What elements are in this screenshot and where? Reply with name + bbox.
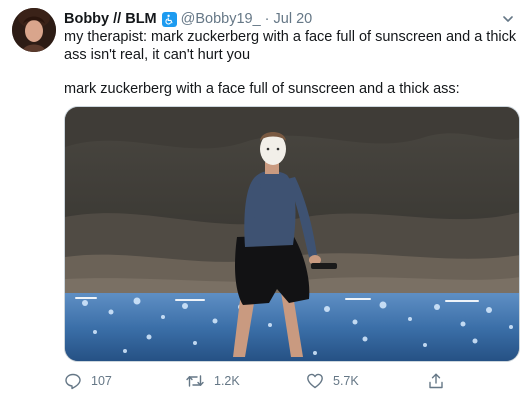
tweet-header: Bobby // BLM @Bobby19_ · Jul 20 (64, 9, 519, 29)
user-handle[interactable]: @Bobby19_ (181, 11, 261, 27)
like-button[interactable]: 5.7K (306, 370, 359, 392)
heart-icon (307, 373, 323, 389)
tweet-text-line2: mark zuckerberg with a face full of suns… (64, 81, 460, 97)
avatar-image (12, 8, 56, 52)
share-button[interactable] (427, 370, 445, 392)
retweet-count: 1.2K (214, 374, 240, 388)
separator-dot: · (264, 11, 270, 27)
tweet-photo[interactable] (64, 106, 520, 362)
retweet-icon (186, 375, 204, 387)
reply-icon (65, 373, 81, 390)
accessibility-icon (161, 11, 177, 27)
photo-surfer-on-water (65, 107, 519, 361)
tweet-actions: 107 1.2K 5.7K (64, 370, 520, 392)
share-icon (429, 373, 443, 389)
reply-count: 107 (91, 374, 112, 388)
reply-button[interactable]: 107 (64, 370, 112, 392)
like-count: 5.7K (333, 374, 359, 388)
retweet-button[interactable]: 1.2K (185, 370, 240, 392)
display-name[interactable]: Bobby // BLM (64, 11, 157, 27)
tweet-date[interactable]: Jul 20 (274, 11, 313, 27)
avatar[interactable] (12, 8, 56, 52)
tweet: Bobby // BLM @Bobby19_ · Jul 20 my thera… (0, 0, 529, 403)
tweet-text-line1: my therapist: mark zuckerberg with a fac… (64, 29, 517, 63)
